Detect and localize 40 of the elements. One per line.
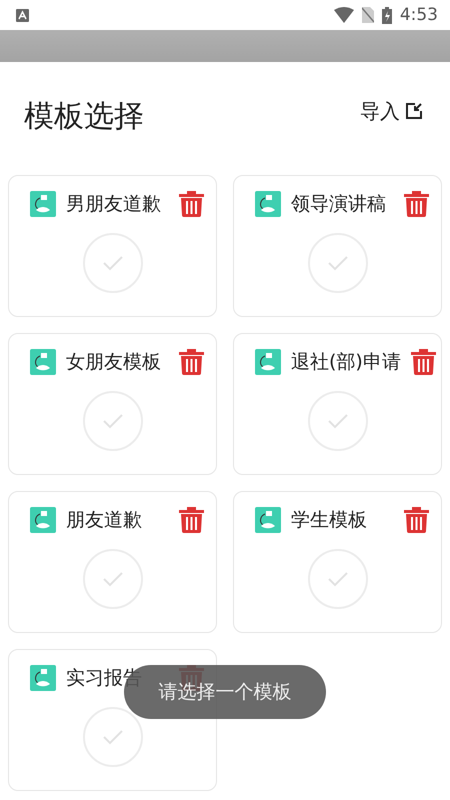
check-icon [326,255,348,271]
app-icon [255,349,281,375]
page-title: 模板选择 [24,98,144,136]
template-card[interactable]: 女朋友模板 [8,333,217,475]
app-icon [30,665,56,691]
check-icon [102,413,124,429]
app-icon [30,349,56,375]
import-icon [406,103,422,119]
trash-icon[interactable] [179,191,204,217]
trash-icon[interactable] [410,349,436,375]
trash-icon[interactable] [179,349,204,375]
trash-icon[interactable] [404,191,429,217]
template-name: 领导演讲稿 [291,192,387,217]
template-name: 女朋友模板 [66,350,162,375]
no-sim-icon [362,7,374,23]
check-icon [326,413,348,429]
wifi-icon [334,7,354,23]
battery-charging-icon [382,6,392,24]
template-name: 退社(部)申请 [291,350,401,375]
check-icon [326,571,348,587]
template-card[interactable]: 朋友道歉 [8,491,217,633]
template-name: 学生模板 [291,508,368,533]
import-button[interactable]: 导入 [360,98,422,124]
app-icon [30,507,56,533]
trash-icon[interactable] [404,507,429,533]
template-card[interactable]: 学生模板 [233,491,442,633]
app-icon [255,507,281,533]
status-time: 4:53 [400,5,438,25]
trash-icon[interactable] [179,507,204,533]
template-name: 朋友道歉 [66,508,143,533]
notification-icon [16,8,29,22]
app-icon [255,191,281,217]
template-card[interactable]: 退社(部)申请 [233,333,442,475]
template-card[interactable]: 领导演讲稿 [233,175,442,317]
check-icon [102,571,124,587]
check-icon [102,729,124,745]
app-icon [30,191,56,217]
template-card[interactable]: 男朋友道歉 [8,175,217,317]
check-icon [102,255,124,271]
template-name: 男朋友道歉 [66,192,162,217]
